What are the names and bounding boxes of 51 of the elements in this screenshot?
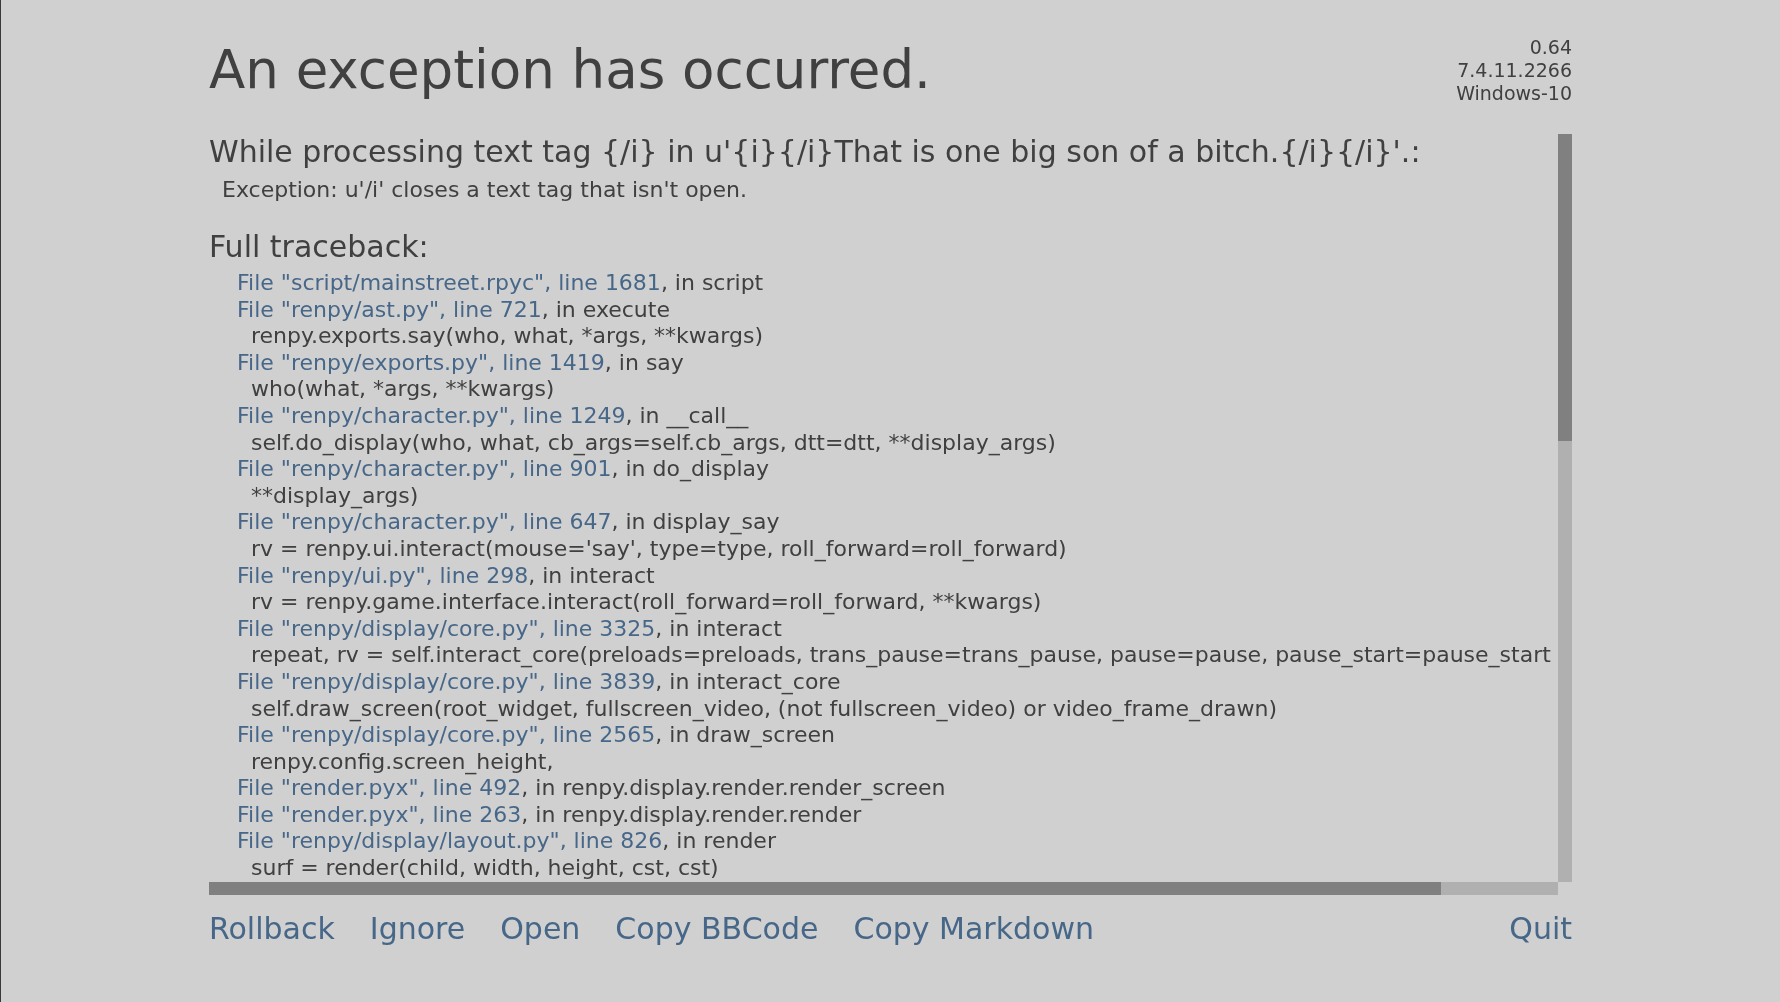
traceback-line: File "renpy/display/core.py", line 3325, in interact xyxy=(237,615,782,643)
file-link[interactable]: File "renpy/display/core.py", line 2565 xyxy=(237,722,656,748)
file-link[interactable]: File "script/mainstreet.rpyc", line 1681 xyxy=(237,270,661,295)
code-line: rv = renpy.ui.interact(mouse='say', type=type, roll_forward=roll_forward) xyxy=(251,535,1067,563)
code-line: renpy.config.screen_height, xyxy=(251,748,554,776)
version-text: 7.4.11.2266 xyxy=(1457,58,1572,82)
file-link[interactable]: File "renpy/character.py", line 901 xyxy=(237,456,612,482)
code-line: **display_args) xyxy=(251,482,419,510)
traceback-line: File "renpy/character.py", line 647, in display_say xyxy=(237,509,780,536)
code-line: renpy.exports.say(who, what, *args, **kwargs) xyxy=(251,323,763,350)
version-text: 0.64 xyxy=(1529,36,1572,59)
action-button[interactable]: Open xyxy=(500,911,581,946)
code-line: who(what, *args, **kwargs) xyxy=(251,376,555,403)
file-link[interactable]: File "renpy/display/layout.py", line 826 xyxy=(237,828,663,854)
code-line: self.draw_screen(root_widget, fullscreen_video, (not fullscreen_video) or video_frame_drawn) xyxy=(251,695,1278,723)
traceback-line: File "renpy/character.py", line 901, in do_display xyxy=(237,456,770,483)
traceback-line: File "renpy/character.py", line 1249, in __call__ xyxy=(237,402,749,430)
file-link[interactable]: File "renpy/exports.py", line 1419 xyxy=(237,349,605,375)
code-line: self.do_display(who, what, cb_args=self.cb_args, dtt=dtt, **display_args) xyxy=(251,429,1056,457)
traceback-line: File "render.pyx", line 492, in renpy.display.render.render_screen xyxy=(237,775,946,802)
file-link[interactable]: File "renpy/character.py", line 647 xyxy=(237,509,612,535)
traceback-heading: Full traceback: xyxy=(209,229,429,265)
traceback-line: File "render.pyx", line 263, in renpy.display.render.render xyxy=(237,801,862,829)
traceback-line: File "renpy/display/layout.py", line 826, in render xyxy=(237,828,776,856)
vertical-scrollbar-track[interactable] xyxy=(1558,134,1572,882)
code-line: surf = render(child, width, height, cst, cst) xyxy=(251,855,719,882)
file-link[interactable]: File "render.pyx", line 263 xyxy=(237,801,522,827)
action-button[interactable]: Copy Markdown xyxy=(853,911,1094,946)
version-text: Windows-10 xyxy=(1456,81,1572,105)
action-button[interactable]: Copy BBCode xyxy=(615,911,819,946)
file-link[interactable]: File "render.pyx", line 492 xyxy=(237,775,522,801)
traceback-line: File "script/mainstreet.rpyc", line 1681, in script xyxy=(237,270,764,297)
action-button[interactable]: Ignore xyxy=(369,911,466,946)
action-button[interactable]: Rollback xyxy=(209,911,335,946)
vertical-scrollbar-thumb[interactable] xyxy=(1558,134,1572,441)
traceback-line: File "renpy/ui.py", line 298, in interact xyxy=(237,562,655,590)
file-link[interactable]: File "renpy/ui.py", line 298 xyxy=(237,562,529,588)
code-line: rv = renpy.game.interface.interact(roll_forward=roll_forward, **kwargs) xyxy=(251,589,1042,616)
file-link[interactable]: File "renpy/character.py", line 1249 xyxy=(237,402,626,428)
file-link[interactable]: File "renpy/display/core.py", line 3839 xyxy=(237,668,656,694)
traceback-line: File "renpy/ast.py", line 721, in execute xyxy=(237,296,670,324)
traceback-line: File "renpy/display/core.py", line 3839, in interact_core xyxy=(237,668,841,696)
error-title: An exception has occurred. xyxy=(209,39,931,101)
error-message: While processing text tag {/i} in u'{i}{/i}That is one big son of a bitch.{/i}{/i}'.: xyxy=(209,134,1421,170)
file-link[interactable]: File "renpy/ast.py", line 721 xyxy=(237,296,542,322)
quit-button[interactable]: Quit xyxy=(1509,911,1572,946)
code-line: repeat, rv = self.interact_core(preloads=preloads, trans_pause=trans_pause, pause=pause, pause_start=pause_start xyxy=(251,642,1551,669)
traceback-line: File "renpy/display/core.py", line 2565, in draw_screen xyxy=(237,722,835,749)
traceback-line: File "renpy/exports.py", line 1419, in say xyxy=(237,349,684,377)
exception-text: Exception: u'/i' closes a text tag that isn't open. xyxy=(222,177,748,203)
file-link[interactable]: File "renpy/display/core.py", line 3325 xyxy=(237,615,656,641)
